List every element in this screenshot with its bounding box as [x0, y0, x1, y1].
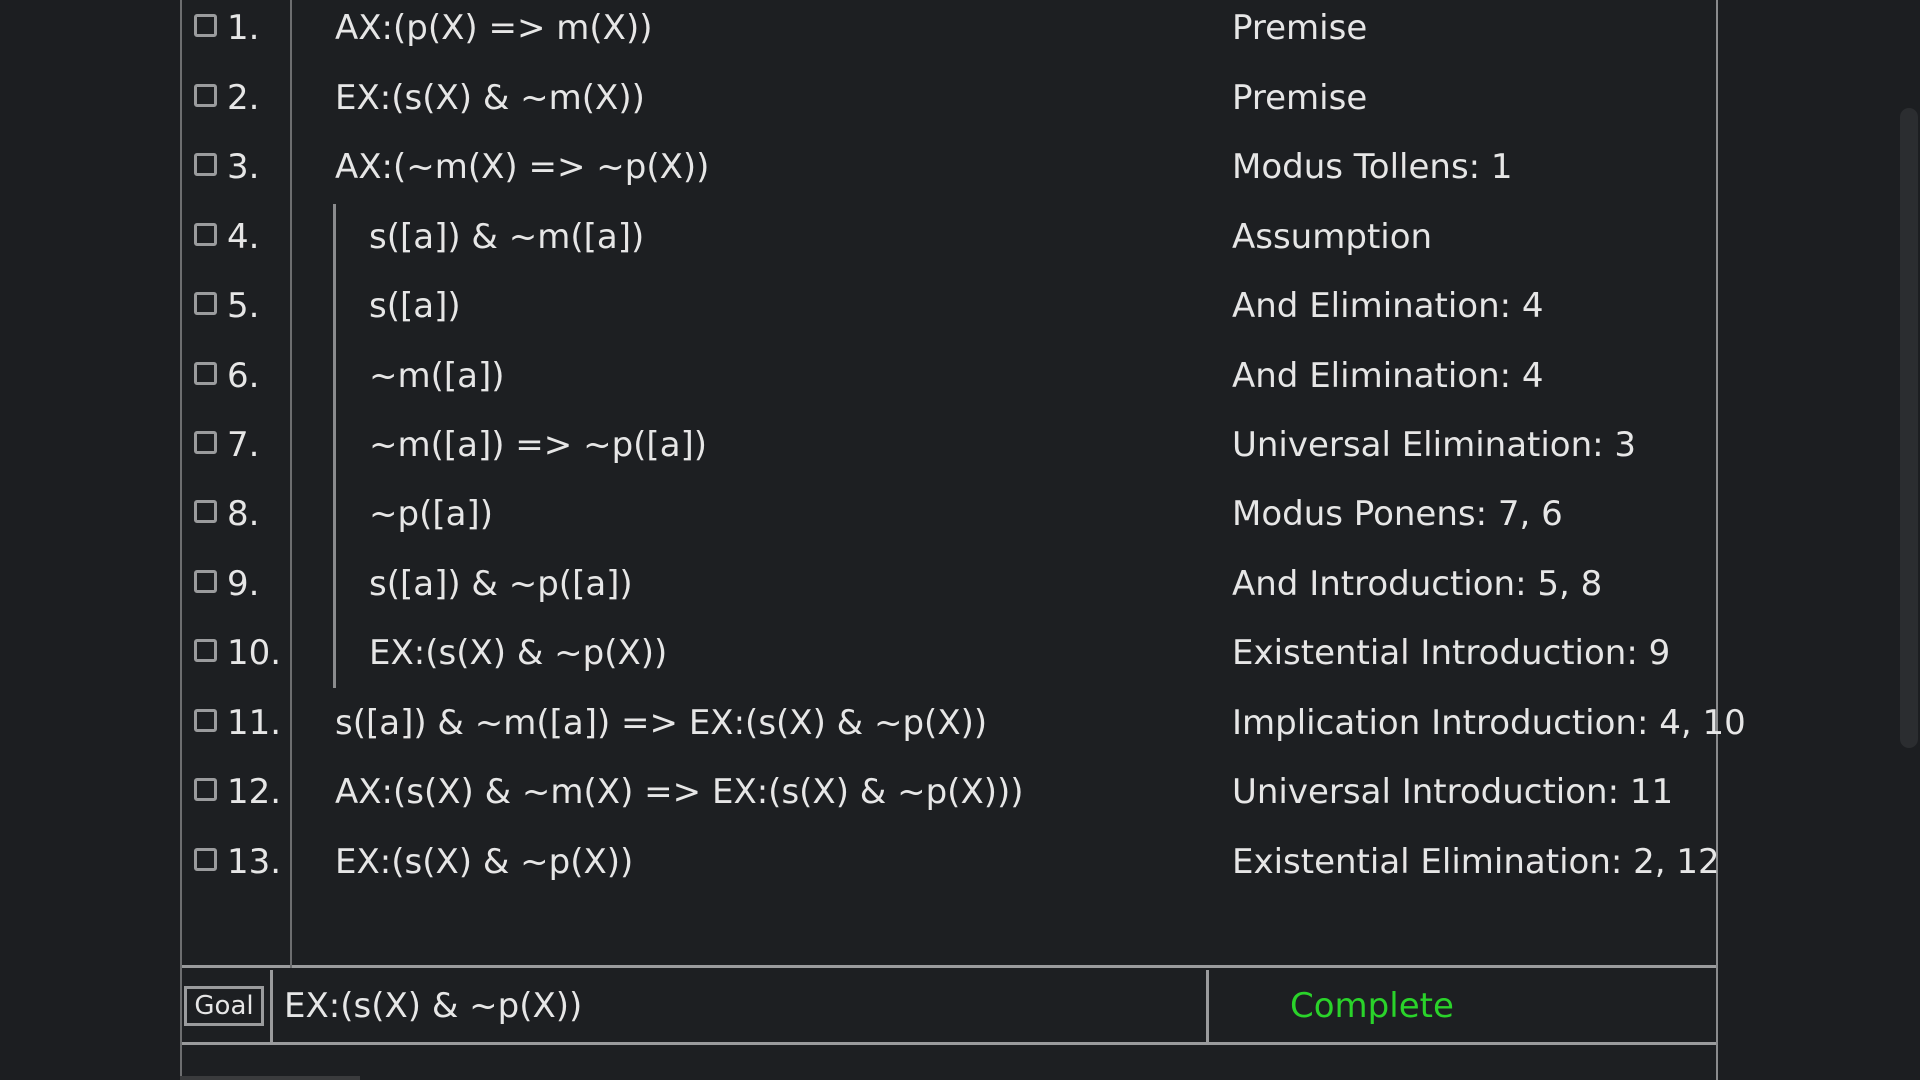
- line-number: 12.: [227, 772, 282, 812]
- proof-line-8: 8. ~p([a]) Modus Ponens: 7, 6: [182, 481, 1716, 551]
- line-checkbox-1[interactable]: [194, 14, 217, 37]
- line-checkbox-7[interactable]: [194, 431, 217, 454]
- line-checkbox-4[interactable]: [194, 223, 217, 246]
- line-justification: Universal Introduction: 11: [1232, 772, 1674, 812]
- line-checkbox-6[interactable]: [194, 362, 217, 385]
- line-formula[interactable]: EX:(s(X) & ~p(X)): [335, 827, 633, 897]
- line-number: 4.: [227, 217, 260, 257]
- goal-status: Complete: [1290, 986, 1454, 1026]
- line-checkbox-11[interactable]: [194, 709, 217, 732]
- proof-line-3: 3. AX:(~m(X) => ~p(X)) Modus Tollens: 1: [182, 134, 1716, 204]
- line-number: 9.: [227, 564, 260, 604]
- line-justification: Assumption: [1232, 217, 1433, 257]
- line-checkbox-5[interactable]: [194, 292, 217, 315]
- proof-line-6: 6. ~m([a]) And Elimination: 4: [182, 343, 1716, 413]
- line-number: 8.: [227, 494, 260, 534]
- line-number: 6.: [227, 356, 260, 396]
- line-formula[interactable]: EX:(s(X) & ~p(X)): [369, 618, 667, 688]
- proof-area: 1. AX:(p(X) => m(X)) Premise 2. EX:(s(X)…: [182, 0, 1746, 968]
- line-number: 11.: [227, 703, 282, 743]
- line-number: 10.: [227, 633, 282, 673]
- line-checkbox-10[interactable]: [194, 639, 217, 662]
- proof-line-10: 10. EX:(s(X) & ~p(X)) Existential Introd…: [182, 620, 1716, 690]
- proof-line-4: 4. s([a]) & ~m([a]) Assumption: [182, 204, 1716, 274]
- scrollbar-thumb[interactable]: [1900, 108, 1918, 748]
- line-checkbox-13[interactable]: [194, 848, 217, 871]
- bottom-divider: [182, 1042, 1716, 1045]
- line-justification: And Elimination: 4: [1232, 356, 1544, 396]
- line-formula[interactable]: AX:(~m(X) => ~p(X)): [335, 132, 709, 202]
- goal-divider: [1206, 970, 1209, 1042]
- goal-label[interactable]: Goal: [184, 986, 264, 1026]
- proof-line-1: 1. AX:(p(X) => m(X)) Premise: [182, 0, 1716, 65]
- line-checkbox-9[interactable]: [194, 570, 217, 593]
- line-number: 5.: [227, 286, 260, 326]
- goal-bar: Goal EX:(s(X) & ~p(X)) Complete: [182, 970, 1716, 1042]
- line-formula[interactable]: s([a]) & ~p([a]): [369, 549, 633, 619]
- line-justification: Premise: [1232, 78, 1368, 118]
- proof-line-12: 12. AX:(s(X) & ~m(X) => EX:(s(X) & ~p(X)…: [182, 759, 1716, 829]
- line-justification: Modus Tollens: 1: [1232, 147, 1513, 187]
- line-formula[interactable]: s([a]): [369, 271, 461, 341]
- bottom-strip: [180, 1076, 360, 1080]
- line-justification: Existential Introduction: 9: [1232, 633, 1671, 673]
- proof-line-9: 9. s([a]) & ~p([a]) And Introduction: 5,…: [182, 551, 1716, 621]
- proof-line-2: 2. EX:(s(X) & ~m(X)) Premise: [182, 65, 1716, 135]
- line-justification: Universal Elimination: 3: [1232, 425, 1637, 465]
- line-formula[interactable]: EX:(s(X) & ~m(X)): [335, 63, 645, 133]
- line-formula[interactable]: AX:(s(X) & ~m(X) => EX:(s(X) & ~p(X))): [335, 757, 1024, 827]
- proof-panel: 1. AX:(p(X) => m(X)) Premise 2. EX:(s(X)…: [180, 0, 1746, 1080]
- proof-line-11: 11. s([a]) & ~m([a]) => EX:(s(X) & ~p(X)…: [182, 688, 1746, 760]
- line-checkbox-3[interactable]: [194, 153, 217, 176]
- line-justification: Premise: [1232, 8, 1368, 48]
- line-number: 2.: [227, 78, 260, 118]
- line-formula[interactable]: ~p([a]): [369, 479, 493, 549]
- line-formula[interactable]: s([a]) & ~m([a]): [369, 202, 644, 272]
- goal-divider: [270, 970, 273, 1042]
- line-justification: Modus Ponens: 7, 6: [1232, 494, 1563, 534]
- line-formula[interactable]: AX:(p(X) => m(X)): [335, 0, 652, 63]
- line-formula[interactable]: s([a]) & ~m([a]) => EX:(s(X) & ~p(X)): [335, 688, 987, 758]
- proof-line-13: 13. EX:(s(X) & ~p(X)) Existential Elimin…: [182, 827, 1720, 899]
- line-justification: And Elimination: 4: [1232, 286, 1544, 326]
- proof-line-5: 5. s([a]) And Elimination: 4: [182, 273, 1716, 343]
- line-number: 3.: [227, 147, 260, 187]
- line-justification: And Introduction: 5, 8: [1232, 564, 1603, 604]
- goal-formula[interactable]: EX:(s(X) & ~p(X)): [284, 970, 582, 1042]
- line-number: 13.: [227, 842, 282, 882]
- line-checkbox-8[interactable]: [194, 500, 217, 523]
- line-justification: Implication Introduction: 4, 10: [1232, 703, 1746, 743]
- line-checkbox-12[interactable]: [194, 778, 217, 801]
- line-checkbox-2[interactable]: [194, 84, 217, 107]
- line-formula[interactable]: ~m([a]) => ~p([a]): [369, 410, 707, 480]
- line-formula[interactable]: ~m([a]): [369, 341, 505, 411]
- line-justification: Existential Elimination: 2, 12: [1232, 842, 1720, 882]
- line-number: 1.: [227, 8, 260, 48]
- proof-line-7: 7. ~m([a]) => ~p([a]) Universal Eliminat…: [182, 412, 1716, 482]
- line-number: 7.: [227, 425, 260, 465]
